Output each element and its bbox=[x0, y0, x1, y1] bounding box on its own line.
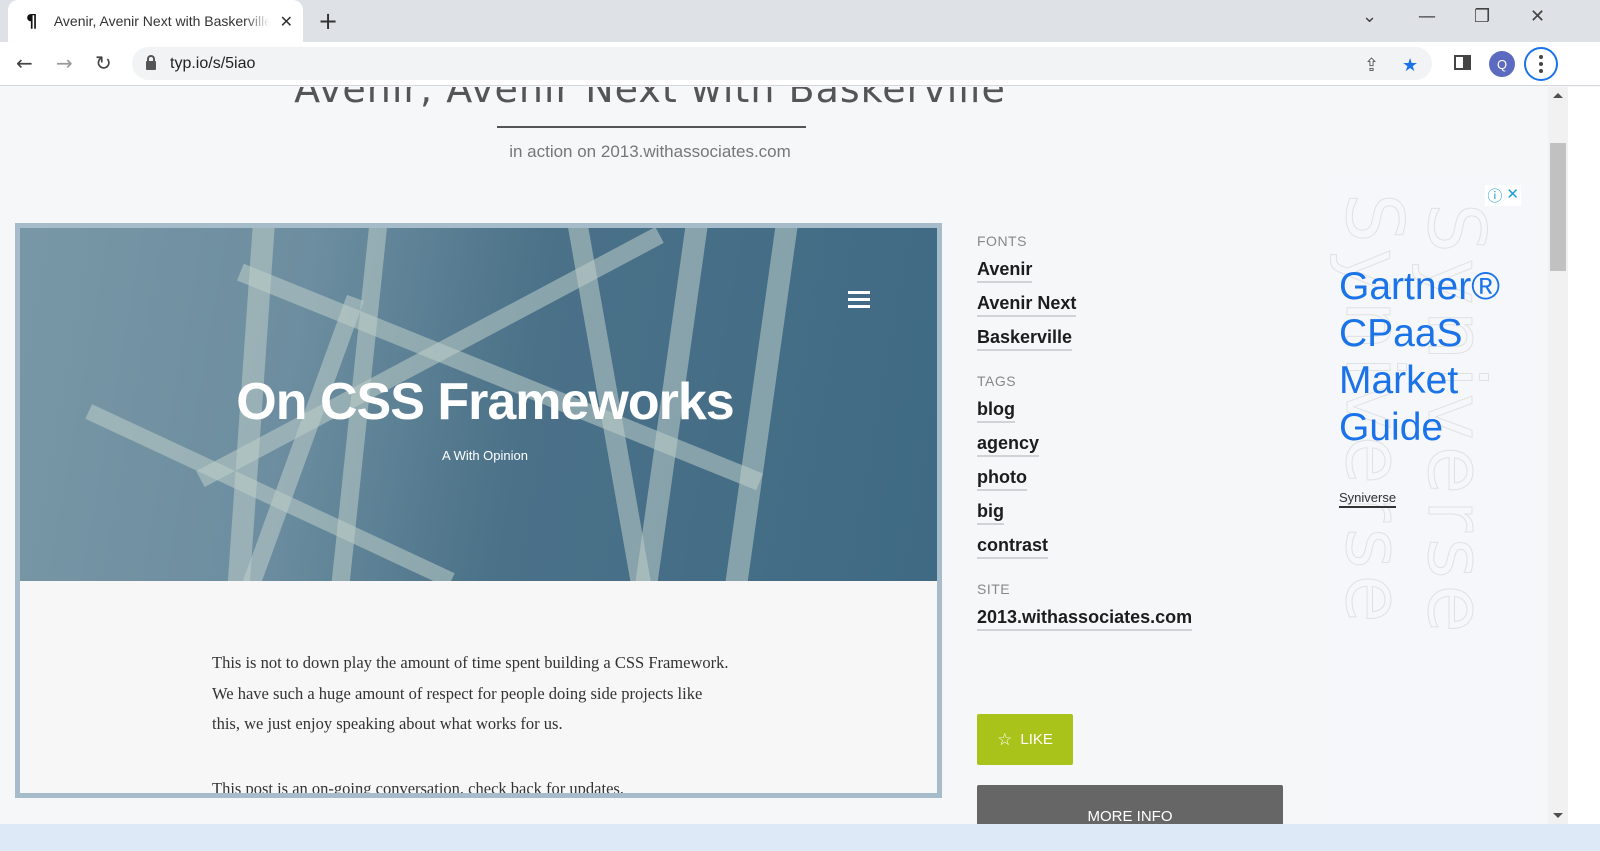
tag-link-contrast[interactable]: contrast bbox=[977, 535, 1049, 559]
tag-link-big[interactable]: big bbox=[977, 501, 1004, 525]
site-preview[interactable]: On CSS Frameworks A With Opinion This is… bbox=[15, 223, 942, 798]
hero-title: On CSS Frameworks bbox=[236, 373, 734, 431]
menu-dot bbox=[1539, 62, 1543, 66]
ad-headline-line: Guide bbox=[1339, 406, 1444, 449]
new-tab-button[interactable]: + bbox=[318, 7, 338, 35]
hamburger-bar bbox=[848, 291, 870, 294]
reload-button[interactable]: ↻ bbox=[95, 51, 112, 75]
url-text[interactable]: typ.io/s/5iao bbox=[170, 55, 255, 73]
site-section: SITE 2013.withassociates.com bbox=[977, 581, 1297, 631]
vertical-scrollbar[interactable] bbox=[1548, 87, 1568, 824]
hero-image: On CSS Frameworks A With Opinion bbox=[20, 228, 937, 581]
like-label: LIKE bbox=[1020, 731, 1053, 748]
tags-label: TAGS bbox=[977, 373, 1017, 389]
ad-info-icon[interactable]: ⓘ bbox=[1487, 185, 1502, 206]
page-subtitle: in action on 2013.withassociates.com bbox=[509, 142, 791, 161]
page-content: Avenir, Avenir Next with Baskerville in … bbox=[0, 87, 1548, 824]
pilcrow-favicon-icon: ¶ bbox=[26, 10, 38, 32]
font-link-baskerville[interactable]: Baskerville bbox=[977, 327, 1073, 351]
forward-button[interactable]: → bbox=[56, 51, 73, 75]
font-link-avenir-next[interactable]: Avenir Next bbox=[977, 293, 1077, 317]
tag-link-blog[interactable]: blog bbox=[977, 399, 1015, 423]
window-edge bbox=[1568, 87, 1600, 824]
hero-subtitle: A With Opinion bbox=[442, 448, 528, 463]
scroll-up-arrow-icon[interactable] bbox=[1553, 93, 1563, 98]
side-panel-icon[interactable] bbox=[1454, 55, 1471, 70]
profile-avatar[interactable]: Q bbox=[1489, 51, 1515, 77]
address-bar[interactable]: typ.io/s/5iao ⇪ ★ bbox=[132, 47, 1432, 80]
more-info-button[interactable]: MORE INFO bbox=[977, 785, 1283, 824]
restore-button[interactable]: ❐ bbox=[1474, 6, 1490, 27]
hamburger-bar bbox=[848, 298, 870, 301]
fonts-label: FONTS bbox=[977, 233, 1027, 249]
tab-search-chevron-icon[interactable]: ⌄ bbox=[1362, 6, 1377, 27]
tag-link-agency[interactable]: agency bbox=[977, 433, 1040, 457]
share-icon[interactable]: ⇪ bbox=[1364, 55, 1379, 76]
ad-headline[interactable]: Gartner® CPaaS Market Guide bbox=[1339, 263, 1500, 451]
browser-toolbar: ← → ↻ typ.io/s/5iao ⇪ ★ Q bbox=[0, 42, 1600, 86]
ad-headline-line: Market bbox=[1339, 359, 1459, 402]
like-button[interactable]: ☆ LIKE bbox=[977, 714, 1073, 765]
close-window-button[interactable]: ✕ bbox=[1530, 6, 1545, 27]
post-body: This is not to down play the amount of t… bbox=[212, 648, 732, 798]
tag-link-photo[interactable]: photo bbox=[977, 467, 1027, 491]
tab-strip: ¶ Avenir, Avenir Next with Baskerville ✕… bbox=[0, 0, 1600, 42]
ad-headline-line: CPaaS bbox=[1339, 312, 1463, 355]
advertisement[interactable]: Syniverse Syniverse ⓘ ✕ Gartner® CPaaS M… bbox=[1328, 183, 1523, 823]
ad-headline-line: Gartner® bbox=[1339, 265, 1500, 308]
page-title: Avenir, Avenir Next with Baskerville bbox=[294, 87, 1006, 111]
post-paragraph: This is not to down play the amount of t… bbox=[212, 653, 729, 733]
fonts-section: FONTS Avenir Avenir Next Baskerville bbox=[977, 233, 1297, 351]
browser-tab[interactable]: ¶ Avenir, Avenir Next with Baskerville ✕ bbox=[8, 0, 303, 42]
ad-close-icon[interactable]: ✕ bbox=[1506, 185, 1519, 206]
site-link[interactable]: 2013.withassociates.com bbox=[977, 607, 1193, 631]
scrollbar-thumb[interactable] bbox=[1550, 143, 1566, 271]
back-button[interactable]: ← bbox=[16, 51, 33, 75]
font-link-avenir[interactable]: Avenir bbox=[977, 259, 1033, 283]
ad-brand-link[interactable]: Syniverse bbox=[1339, 490, 1397, 508]
title-divider bbox=[497, 126, 806, 128]
ad-controls: ⓘ ✕ bbox=[1485, 185, 1521, 206]
browser-menu-button[interactable] bbox=[1524, 47, 1558, 81]
site-label: SITE bbox=[977, 581, 1011, 597]
lock-icon[interactable] bbox=[146, 55, 156, 70]
tags-section: TAGS blog agency photo big contrast bbox=[977, 373, 1297, 559]
menu-dot bbox=[1539, 69, 1543, 73]
scroll-down-arrow-icon[interactable] bbox=[1553, 813, 1563, 818]
close-tab-icon[interactable]: ✕ bbox=[280, 12, 293, 31]
tab-title: Avenir, Avenir Next with Baskerville bbox=[53, 13, 270, 29]
star-outline-icon: ☆ bbox=[997, 729, 1013, 750]
post-paragraph: This post is an on-going conversation, c… bbox=[212, 778, 624, 798]
bookmark-star-icon[interactable]: ★ bbox=[1402, 55, 1418, 76]
taskbar bbox=[0, 824, 1600, 851]
hamburger-menu-icon[interactable] bbox=[848, 291, 870, 308]
menu-dot bbox=[1539, 55, 1543, 59]
info-sidebar: FONTS Avenir Avenir Next Baskerville TAG… bbox=[977, 233, 1297, 653]
hamburger-bar bbox=[848, 305, 870, 308]
minimize-button[interactable]: — bbox=[1418, 6, 1436, 27]
